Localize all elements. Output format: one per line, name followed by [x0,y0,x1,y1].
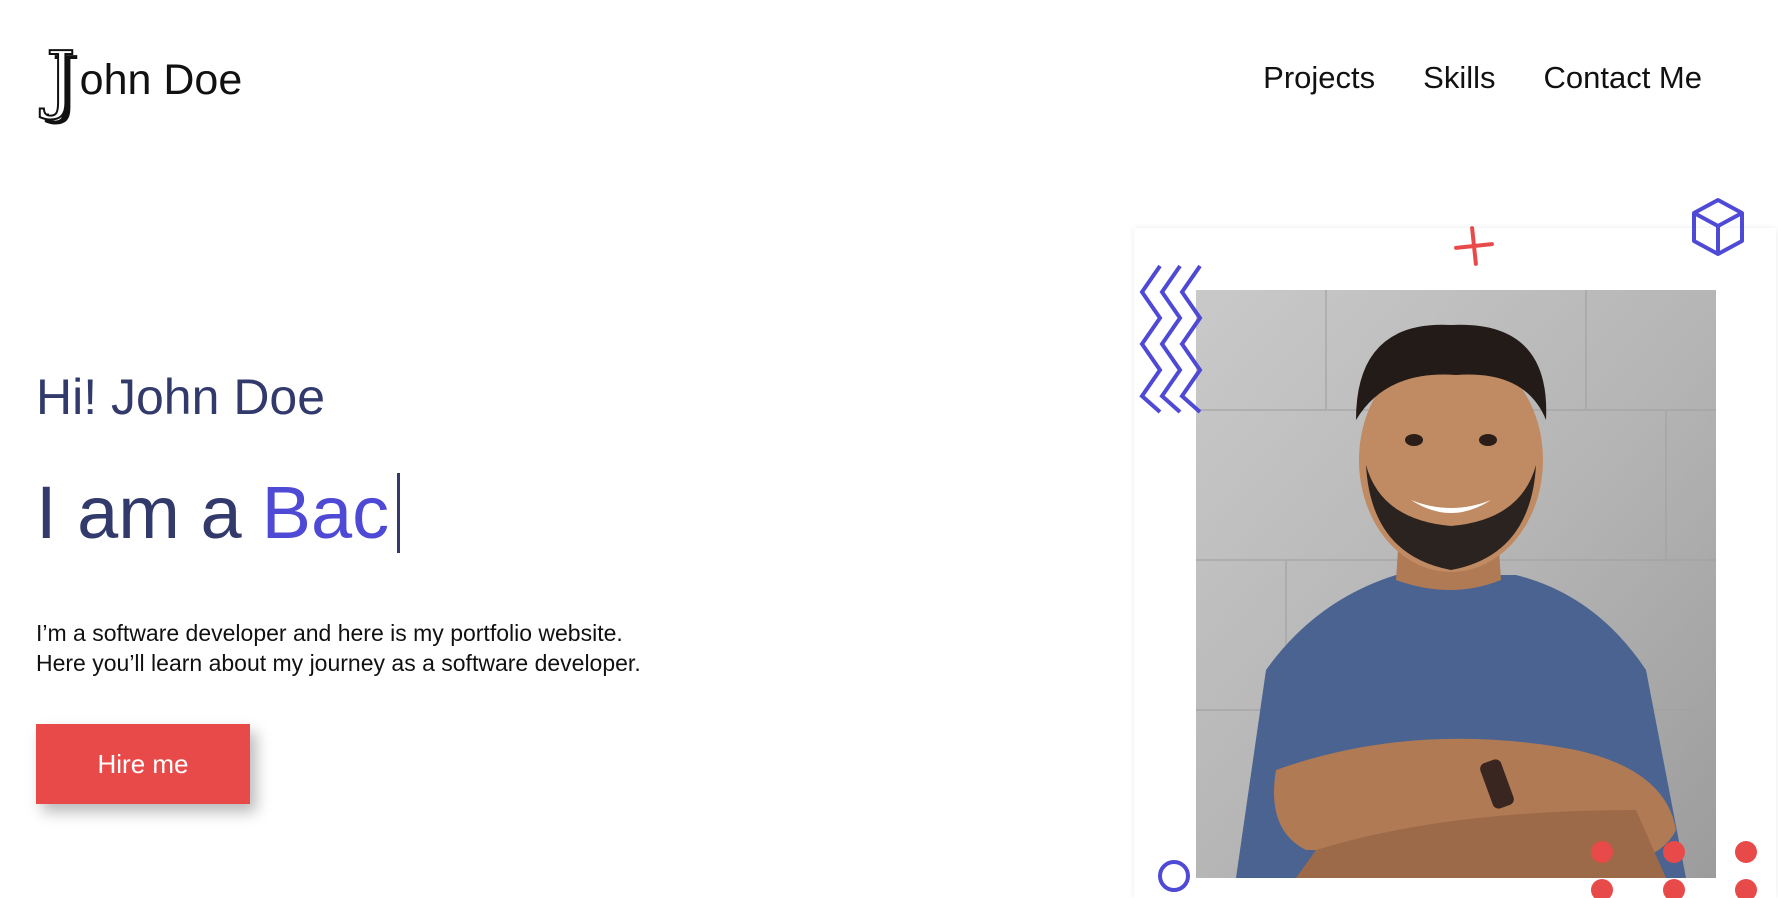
description-line-2: Here you’ll learn about my journey as a … [36,650,641,676]
logo-text: ohn Doe [79,56,243,104]
ring-icon [1158,860,1190,892]
cube-icon [1692,198,1744,256]
site-logo[interactable]: J ohn Doe [45,36,243,122]
plus-icon [1454,226,1494,266]
nav-skills[interactable]: Skills [1423,60,1495,96]
nav-projects[interactable]: Projects [1263,60,1375,96]
hero-description: I’m a software developer and here is my … [36,618,641,678]
dot-grid-icon [1591,841,1757,898]
role-typed-text: Bac [261,471,390,554]
role-prefix: I am a [36,471,242,554]
hero-role-line: I am a Bac [36,470,401,555]
hero-greeting: Hi! John Doe [36,369,326,425]
description-line-1: I’m a software developer and here is my … [36,620,623,646]
typing-caret [397,472,401,553]
portfolio-page: J ohn Doe Projects Skills Contact Me Hi!… [0,0,1778,898]
logo-mark: J [45,36,77,122]
main-nav: Projects Skills Contact Me [1263,60,1702,96]
hire-me-button[interactable]: Hire me [36,724,250,804]
profile-photo [1196,290,1716,878]
zigzag-icon [1139,264,1203,414]
nav-contact[interactable]: Contact Me [1543,60,1702,96]
